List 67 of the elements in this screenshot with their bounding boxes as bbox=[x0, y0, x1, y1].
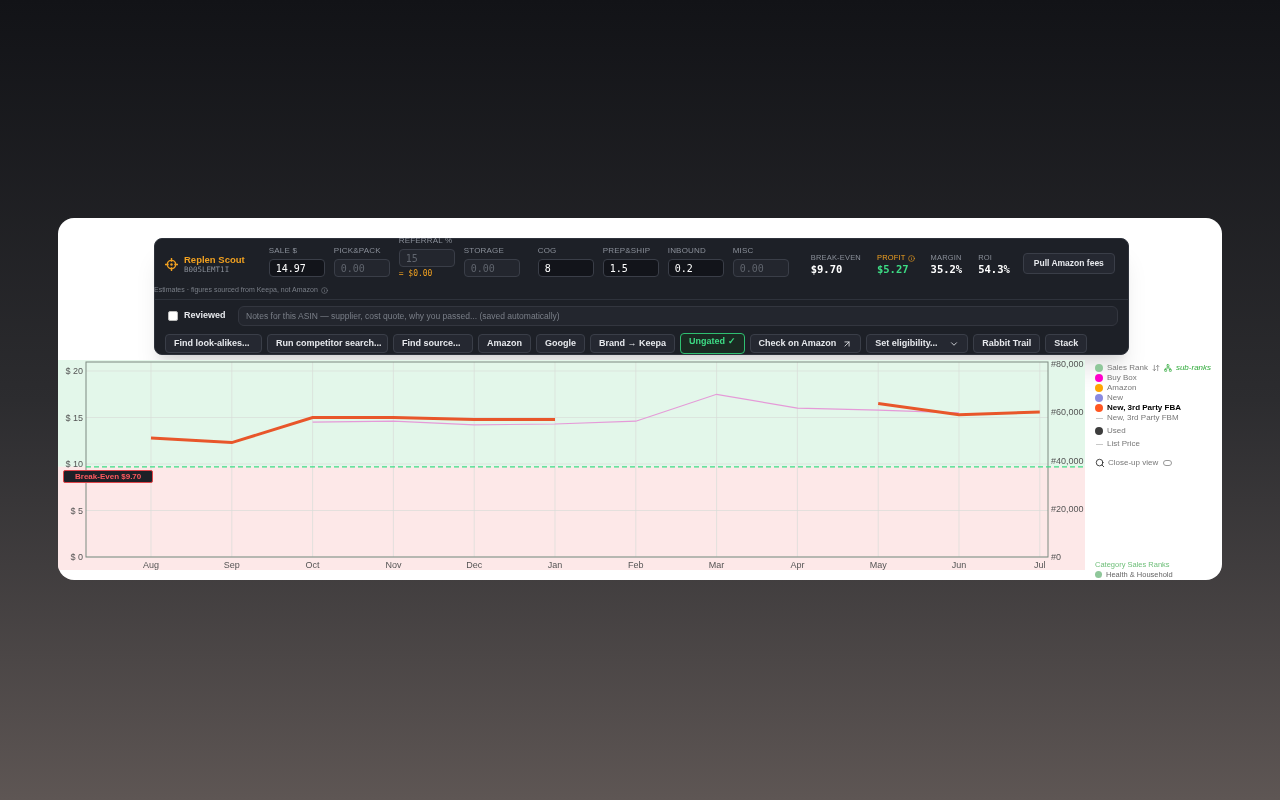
legend-item[interactable]: New, 3rd Party FBM bbox=[1107, 412, 1179, 424]
axis-label: May bbox=[869, 560, 887, 570]
dropdown-button[interactable]: Find source... bbox=[393, 334, 473, 353]
axis-label: Sep bbox=[223, 560, 240, 570]
action-button[interactable]: Brand → Keepa bbox=[590, 334, 676, 353]
notes-field[interactable]: Notes for this ASIN — supplier, cost quote, why you passed... (saved automatically) bbox=[238, 306, 1118, 326]
field-label: COG bbox=[537, 246, 558, 256]
axis-label: $ 10 bbox=[65, 459, 83, 469]
axis-label: Jan bbox=[547, 560, 563, 570]
axis-label: Mar bbox=[708, 560, 725, 570]
number-field[interactable]: 0.00 bbox=[333, 259, 390, 277]
pull-fees-button[interactable]: Pull Amazon fees bbox=[1022, 253, 1115, 274]
field-label: SALE $ bbox=[268, 246, 299, 256]
dropdown-button[interactable]: Set eligibility... bbox=[866, 334, 969, 353]
legend-item[interactable]: Used bbox=[1107, 425, 1126, 437]
legend-item[interactable]: List Price bbox=[1107, 438, 1140, 450]
dropdown-button[interactable]: Run competitor search... bbox=[267, 334, 388, 353]
field-label: STORAGE bbox=[463, 246, 506, 256]
stat-value: 35.2% bbox=[930, 263, 963, 276]
axis-label: Jun bbox=[951, 560, 967, 570]
number-field[interactable]: 14.97 bbox=[268, 259, 325, 277]
field-label: MISC bbox=[732, 246, 755, 256]
number-field[interactable]: 0.2 bbox=[667, 259, 724, 277]
axis-label: $ 5 bbox=[70, 505, 83, 516]
number-field[interactable]: 8 bbox=[537, 259, 594, 277]
axis-label: #80,000 bbox=[1051, 360, 1084, 369]
axis-label: Feb bbox=[628, 560, 644, 570]
axis-label: Apr bbox=[790, 560, 805, 570]
external-link-button[interactable]: Check on Amazon bbox=[749, 334, 862, 353]
number-field[interactable]: 1.5 bbox=[602, 259, 659, 277]
action-button[interactable]: Rabbit Trail bbox=[973, 334, 1041, 353]
closeup-label: Close-up view bbox=[1108, 457, 1159, 469]
stat-value: 54.3% bbox=[978, 263, 1010, 276]
dropdown-button[interactable]: Find look-alikes... bbox=[165, 334, 262, 353]
field-label: INBOUND bbox=[667, 246, 707, 256]
number-field[interactable]: 0.00 bbox=[732, 259, 789, 277]
field-label: REFERRAL % bbox=[398, 236, 454, 246]
axis-label: $ 15 bbox=[65, 412, 83, 423]
legend-item[interactable]: Amazon bbox=[1107, 382, 1137, 394]
field-label: PICK&PACK bbox=[333, 246, 382, 256]
axis-label: #40,000 bbox=[1051, 455, 1084, 466]
axis-label: #0 bbox=[1051, 552, 1061, 562]
legend-item[interactable]: Buy Box bbox=[1107, 372, 1137, 384]
number-field[interactable]: 0.00 bbox=[463, 259, 520, 277]
axis-label: #20,000 bbox=[1051, 503, 1084, 514]
action-button[interactable]: Amazon bbox=[478, 334, 531, 353]
app-name: Replen Scout bbox=[184, 254, 245, 265]
stat-value: $9.70 bbox=[810, 263, 844, 276]
axis-label: Dec bbox=[466, 560, 483, 570]
number-field[interactable]: 15 bbox=[398, 249, 455, 267]
legend-item[interactable]: New bbox=[1107, 392, 1123, 404]
action-button[interactable]: Google bbox=[536, 334, 585, 353]
stat-value: $5.27 bbox=[876, 263, 910, 276]
action-button[interactable]: Stack bbox=[1045, 334, 1088, 353]
axis-label: Jul bbox=[1034, 560, 1046, 570]
axis-label: $ 0 bbox=[70, 552, 83, 562]
axis-label: Aug bbox=[143, 560, 159, 570]
field-note: = $0.00 bbox=[398, 269, 434, 279]
legend-item[interactable]: New, 3rd Party FBA bbox=[1107, 402, 1181, 414]
axis-label: #60,000 bbox=[1051, 407, 1084, 418]
axis-label: Oct bbox=[305, 560, 320, 570]
status-badge: Ungated ✓ bbox=[680, 333, 745, 354]
field-label: PREP&SHIP bbox=[602, 246, 652, 256]
axis-label: $ 20 bbox=[65, 366, 83, 376]
reviewed-label: Reviewed bbox=[184, 309, 227, 323]
legend-item[interactable]: Sales Rank bbox=[1107, 362, 1148, 374]
axis-label: Nov bbox=[385, 560, 402, 570]
